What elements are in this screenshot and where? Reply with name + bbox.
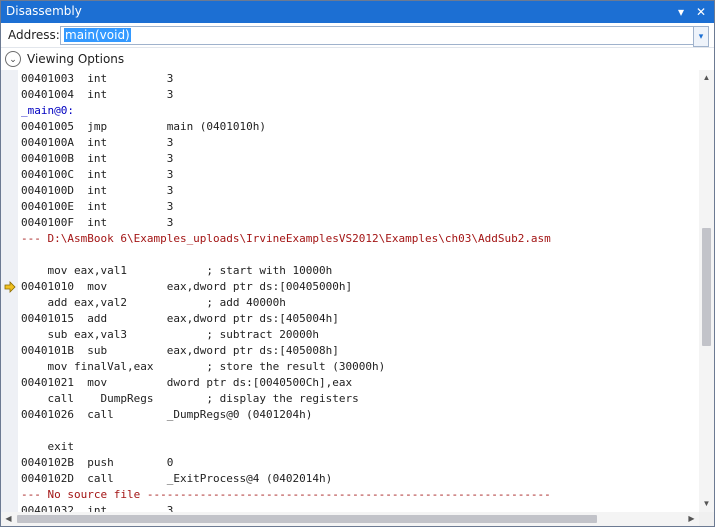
disassembly-window: Disassembly ▾ ✕ Address: main(void) ▾ ⌄ … bbox=[0, 0, 715, 527]
instruction-line[interactable]: 0040101B sub eax,dword ptr ds:[405008h] bbox=[21, 343, 339, 359]
address-label: Address: bbox=[8, 28, 60, 42]
instruction-line[interactable]: 00401005 jmp main (0401010h) bbox=[21, 119, 266, 135]
instruction-line[interactable]: 00401003 int 3 bbox=[21, 71, 173, 87]
instruction-line[interactable]: 0040100F int 3 bbox=[21, 215, 173, 231]
source-file-line[interactable]: --- D:\AsmBook 6\Examples_uploads\Irvine… bbox=[21, 231, 551, 247]
instruction-line[interactable]: 0040102B push 0 bbox=[21, 455, 173, 471]
address-input[interactable]: main(void) bbox=[60, 26, 694, 45]
instruction-line[interactable]: 00401032 int 3 bbox=[21, 503, 173, 512]
scroll-up-icon[interactable]: ▲ bbox=[699, 70, 714, 86]
instruction-line[interactable]: 00401010 mov eax,dword ptr ds:[00405000h… bbox=[21, 279, 352, 295]
instruction-line[interactable]: 00401021 mov dword ptr ds:[0040500Ch],ea… bbox=[21, 375, 352, 391]
vertical-scrollbar[interactable]: ▲ ▼ bbox=[699, 70, 714, 512]
viewing-options-label[interactable]: Viewing Options bbox=[27, 52, 124, 66]
instruction-line[interactable]: 0040100B int 3 bbox=[21, 151, 173, 167]
vertical-scroll-thumb[interactable] bbox=[702, 228, 711, 346]
instruction-line[interactable]: 00401004 int 3 bbox=[21, 87, 173, 103]
instruction-line[interactable]: 00401015 add eax,dword ptr ds:[405004h] bbox=[21, 311, 339, 327]
horizontal-scroll-thumb[interactable] bbox=[17, 515, 597, 523]
source-code-line[interactable]: add eax,val2 ; add 40000h bbox=[21, 295, 285, 311]
instruction-line[interactable]: 00401026 call _DumpRegs@0 (0401204h) bbox=[21, 407, 312, 423]
source-code-line[interactable]: mov eax,val1 ; start with 10000h bbox=[21, 263, 332, 279]
source-code-line[interactable]: sub eax,val3 ; subtract 20000h bbox=[21, 327, 319, 343]
expand-toggle-icon[interactable]: ⌄ bbox=[5, 51, 21, 67]
address-bar: Address: main(void) ▾ bbox=[1, 23, 714, 48]
instruction-line[interactable]: 0040100C int 3 bbox=[21, 167, 173, 183]
address-value[interactable]: main(void) bbox=[64, 28, 131, 42]
source-file-line[interactable]: --- No source file ---------------------… bbox=[21, 487, 551, 503]
address-dropdown-button[interactable]: ▾ bbox=[693, 26, 709, 47]
title-bar: Disassembly ▾ ✕ bbox=[1, 1, 714, 23]
instruction-line[interactable]: 0040100E int 3 bbox=[21, 199, 173, 215]
instruction-line[interactable]: 0040100D int 3 bbox=[21, 183, 173, 199]
scroll-down-icon[interactable]: ▼ bbox=[699, 496, 714, 512]
instruction-line[interactable]: 0040102D call _ExitProcess@4 (0402014h) bbox=[21, 471, 332, 487]
window-title: Disassembly bbox=[6, 4, 82, 18]
current-instruction-arrow-icon bbox=[4, 281, 16, 293]
scroll-left-icon[interactable]: ◀ bbox=[1, 512, 16, 526]
window-menu-icon[interactable]: ▾ bbox=[673, 4, 689, 20]
scroll-right-icon[interactable]: ▶ bbox=[684, 512, 699, 526]
close-icon[interactable]: ✕ bbox=[693, 4, 709, 20]
instruction-line[interactable]: 0040100A int 3 bbox=[21, 135, 173, 151]
disassembly-listing[interactable]: 00401003 int 3 00401004 int 3 _main@0: 0040… bbox=[1, 70, 699, 512]
scrollbar-corner bbox=[699, 512, 714, 526]
symbol-label[interactable]: _main@0: bbox=[21, 103, 74, 119]
viewing-options-bar: ⌄ Viewing Options bbox=[1, 48, 714, 70]
source-code-line[interactable]: call DumpRegs ; display the registers bbox=[21, 391, 358, 407]
horizontal-scrollbar[interactable]: ◀ ▶ bbox=[1, 512, 699, 526]
source-code-line[interactable]: mov finalVal,eax ; store the result (300… bbox=[21, 359, 385, 375]
source-code-line[interactable]: exit bbox=[21, 439, 74, 455]
